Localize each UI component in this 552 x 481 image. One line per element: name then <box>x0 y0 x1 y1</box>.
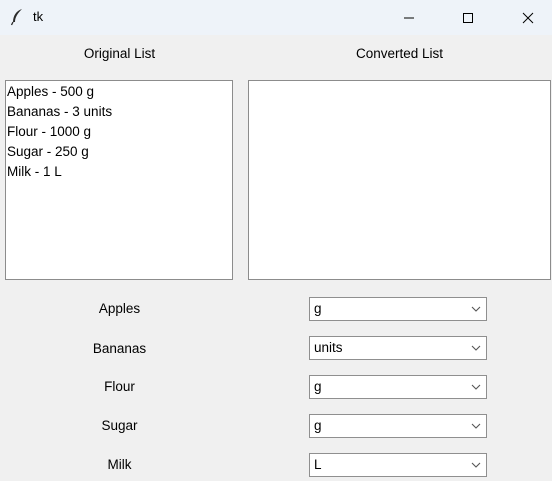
unit-select-value: L <box>314 457 322 472</box>
title-bar[interactable]: tk <box>0 0 552 35</box>
row-label-sugar: Sugar <box>101 418 138 433</box>
original-listbox[interactable]: Apples - 500 g Bananas - 3 units Flour -… <box>5 80 233 280</box>
converted-list-heading: Converted List <box>355 46 444 61</box>
feather-icon <box>10 8 26 26</box>
chevron-down-icon <box>471 384 481 390</box>
list-item[interactable]: Apples - 500 g <box>6 82 232 102</box>
close-icon <box>522 12 534 23</box>
row-label-flour: Flour <box>104 379 135 394</box>
chevron-down-icon <box>471 423 481 429</box>
close-button[interactable] <box>505 0 551 35</box>
original-list-heading: Original List <box>83 46 156 61</box>
row-label-bananas: Bananas <box>92 341 147 356</box>
list-item[interactable]: Flour - 1000 g <box>6 122 232 142</box>
row-label-apples: Apples <box>98 301 141 316</box>
chevron-down-icon <box>471 345 481 351</box>
window-title: tk <box>33 9 44 24</box>
chevron-down-icon <box>471 306 481 312</box>
list-item[interactable]: Bananas - 3 units <box>6 102 232 122</box>
maximize-icon <box>463 12 473 23</box>
chevron-down-icon <box>471 462 481 468</box>
unit-select-sugar[interactable]: g <box>309 414 487 438</box>
unit-select-value: g <box>314 418 322 433</box>
list-item[interactable]: Milk - 1 L <box>6 162 232 182</box>
converted-listbox[interactable] <box>248 80 551 280</box>
unit-select-bananas[interactable]: units <box>309 336 487 360</box>
minimize-button[interactable] <box>386 0 432 35</box>
unit-select-apples[interactable]: g <box>309 297 487 321</box>
row-label-milk: Milk <box>107 457 132 472</box>
unit-select-value: g <box>314 301 322 316</box>
unit-select-value: g <box>314 379 322 394</box>
unit-select-milk[interactable]: L <box>309 453 487 477</box>
unit-select-value: units <box>314 340 343 355</box>
maximize-button[interactable] <box>445 0 491 35</box>
unit-select-flour[interactable]: g <box>309 375 487 399</box>
minimize-icon <box>404 17 414 18</box>
list-item[interactable]: Sugar - 250 g <box>6 142 232 162</box>
